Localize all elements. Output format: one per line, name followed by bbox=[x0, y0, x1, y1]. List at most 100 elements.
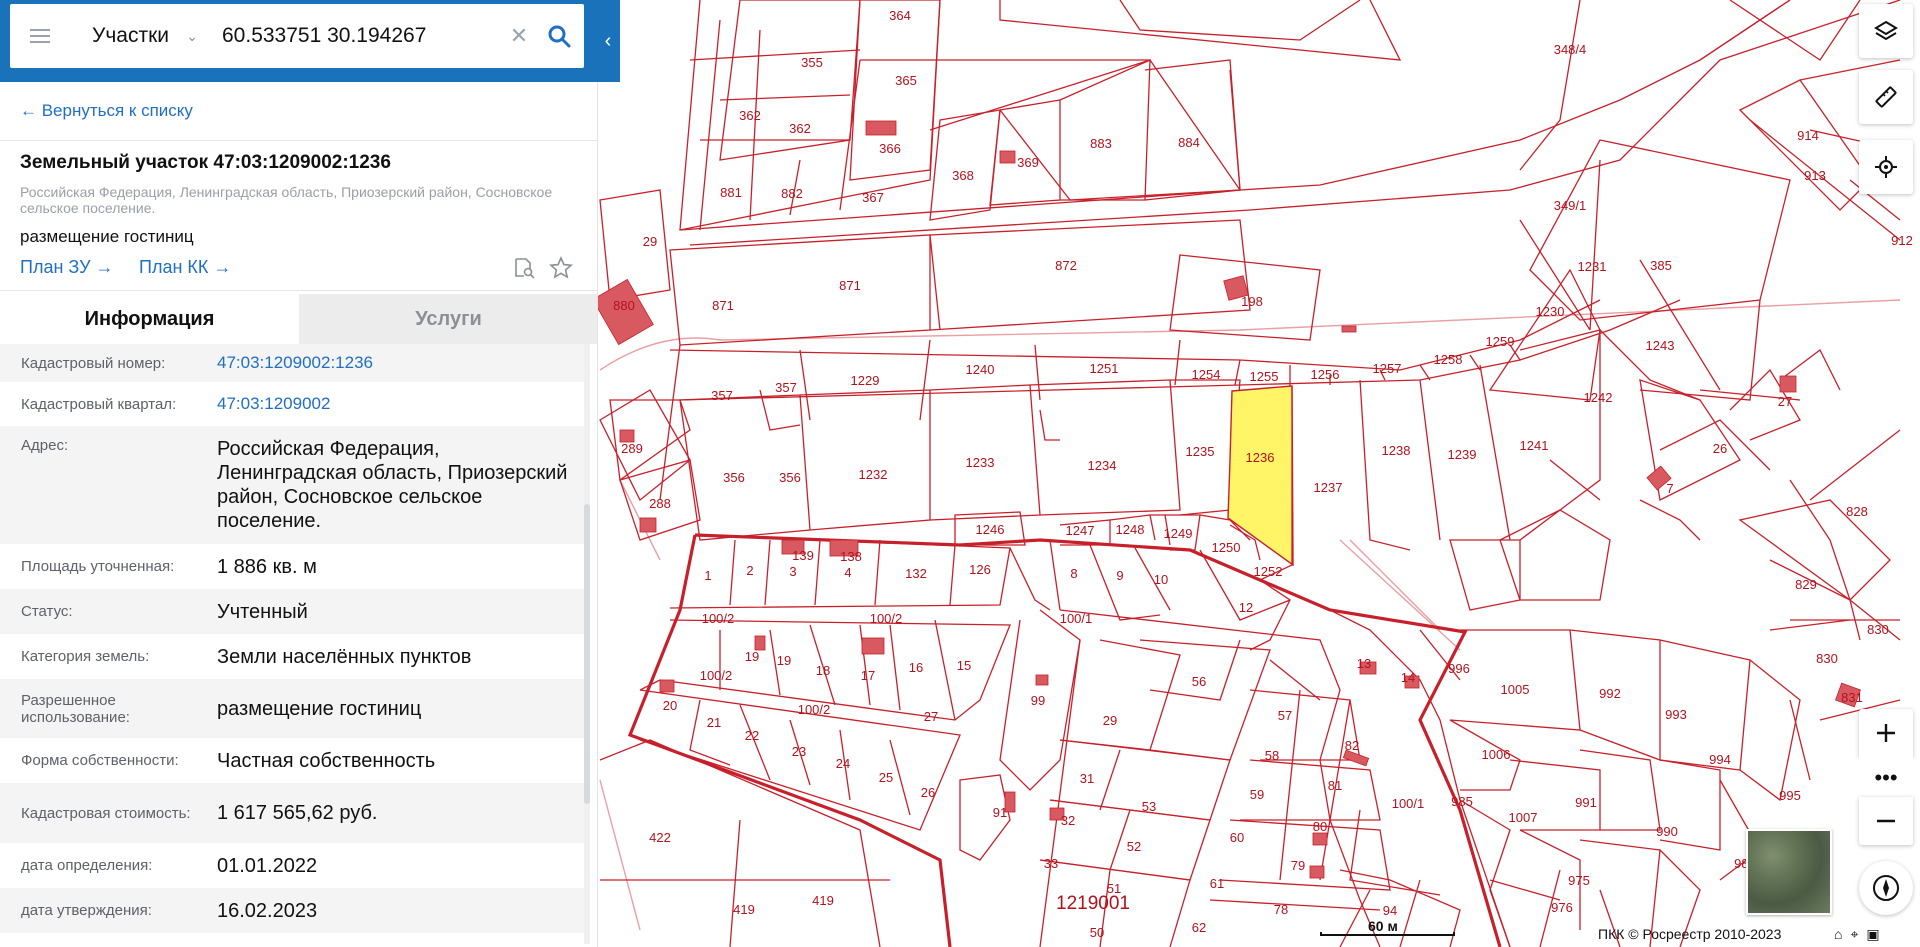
svg-text:56: 56 bbox=[1192, 674, 1206, 689]
svg-text:1232: 1232 bbox=[859, 467, 888, 482]
svg-text:881: 881 bbox=[720, 185, 742, 200]
collapse-panel-icon[interactable]: ‹ bbox=[596, 0, 620, 82]
svg-text:1229: 1229 bbox=[851, 373, 880, 388]
satellite-minimap[interactable] bbox=[1746, 829, 1832, 915]
svg-text:1233: 1233 bbox=[966, 455, 995, 470]
svg-text:289: 289 bbox=[621, 441, 643, 456]
search-box: Участки ⌄ ✕ bbox=[10, 4, 584, 68]
svg-text:79: 79 bbox=[1291, 858, 1305, 873]
svg-text:993: 993 bbox=[1665, 707, 1687, 722]
svg-text:100/1: 100/1 bbox=[1392, 796, 1425, 811]
svg-text:91: 91 bbox=[993, 805, 1007, 820]
svg-text:126: 126 bbox=[969, 562, 991, 577]
tab-services[interactable]: Услуги bbox=[299, 294, 597, 344]
svg-text:991: 991 bbox=[1575, 795, 1597, 810]
svg-text:830: 830 bbox=[1816, 651, 1838, 666]
category-select[interactable]: Участки ⌄ bbox=[70, 24, 208, 48]
svg-text:1240: 1240 bbox=[966, 362, 995, 377]
svg-text:995: 995 bbox=[1779, 788, 1801, 803]
svg-text:82: 82 bbox=[1345, 738, 1359, 753]
svg-text:18: 18 bbox=[816, 663, 830, 678]
plan-zu-link[interactable]: План ЗУ → bbox=[20, 257, 114, 278]
attribute-key: дата определения: bbox=[21, 857, 153, 874]
svg-text:12: 12 bbox=[1239, 600, 1253, 615]
attribute-value: Учтенный bbox=[217, 600, 308, 623]
svg-text:976: 976 bbox=[1551, 900, 1573, 915]
star-icon[interactable] bbox=[549, 256, 573, 280]
svg-text:16: 16 bbox=[909, 660, 923, 675]
cadastral-quarter-link[interactable]: 47:03:1209002 bbox=[217, 392, 584, 416]
compass-button[interactable] bbox=[1859, 861, 1913, 915]
svg-text:1235: 1235 bbox=[1186, 444, 1215, 459]
layers-button[interactable] bbox=[1859, 4, 1913, 58]
svg-text:356: 356 bbox=[723, 470, 745, 485]
svg-text:368: 368 bbox=[952, 168, 974, 183]
svg-text:19: 19 bbox=[745, 649, 759, 664]
more-options-icon[interactable]: ••• bbox=[1859, 756, 1913, 800]
back-to-list-link[interactable]: ← Вернуться к списку bbox=[20, 101, 193, 121]
svg-text:912: 912 bbox=[1891, 233, 1913, 248]
svg-text:1255: 1255 bbox=[1250, 369, 1279, 384]
svg-text:422: 422 bbox=[649, 830, 671, 845]
svg-text:50: 50 bbox=[1090, 925, 1104, 940]
svg-text:1254: 1254 bbox=[1192, 367, 1221, 382]
hamburger-menu-icon[interactable] bbox=[10, 4, 70, 68]
svg-text:1234: 1234 bbox=[1088, 458, 1117, 473]
attribute-value: 01.01.2022 bbox=[217, 854, 318, 877]
attribute-row: дата определения: 01.01.2022 bbox=[0, 843, 584, 888]
zoom-in-button[interactable] bbox=[1859, 709, 1913, 757]
svg-text:24: 24 bbox=[836, 756, 850, 771]
search-icon[interactable] bbox=[534, 4, 584, 68]
svg-text:367: 367 bbox=[862, 190, 884, 205]
crosshair-small-icon[interactable]: ⌖ bbox=[1850, 926, 1858, 943]
quarter-label: 1219001 bbox=[1056, 893, 1130, 914]
svg-text:61: 61 bbox=[1210, 876, 1224, 891]
svg-text:29: 29 bbox=[643, 234, 657, 249]
chevron-down-icon: ⌄ bbox=[186, 27, 198, 44]
svg-text:419: 419 bbox=[812, 893, 834, 908]
svg-text:14: 14 bbox=[1401, 670, 1415, 685]
svg-text:81: 81 bbox=[1328, 778, 1342, 793]
scrollbar-thumb[interactable] bbox=[584, 504, 590, 804]
svg-text:100/2: 100/2 bbox=[702, 611, 735, 626]
attribute-value: Российская Федерация, Ленинградская обла… bbox=[217, 438, 568, 532]
info-panel: ← Вернуться к списку Земельный участок 4… bbox=[0, 82, 598, 947]
attribute-key: Форма собственности: bbox=[21, 752, 179, 769]
object-title: Земельный участок 47:03:1209002:1236 bbox=[20, 152, 391, 173]
compass-icon bbox=[1873, 875, 1899, 901]
plus-icon bbox=[1877, 724, 1895, 742]
panel-scrollbar[interactable] bbox=[584, 344, 590, 944]
crosshair-icon bbox=[1875, 156, 1897, 178]
svg-text:23: 23 bbox=[792, 744, 806, 759]
attribute-key: Площадь уточненная: bbox=[21, 558, 175, 575]
svg-text:975: 975 bbox=[1568, 873, 1590, 888]
svg-text:830: 830 bbox=[1867, 622, 1889, 637]
home-icon[interactable]: ⌂ bbox=[1834, 926, 1842, 943]
svg-text:1231: 1231 bbox=[1578, 259, 1607, 274]
svg-text:138: 138 bbox=[840, 549, 862, 564]
svg-text:914: 914 bbox=[1797, 128, 1819, 143]
document-search-icon[interactable] bbox=[512, 256, 536, 280]
attribute-key: Адрес: bbox=[21, 437, 69, 454]
clear-icon[interactable]: ✕ bbox=[504, 23, 534, 49]
cadastral-number-link[interactable]: 47:03:1209002:1236 bbox=[217, 351, 584, 375]
zoom-out-button[interactable] bbox=[1859, 797, 1913, 845]
measure-button[interactable] bbox=[1859, 70, 1913, 124]
attribute-row: Кадастровый квартал: 47:03:1209002 bbox=[0, 382, 584, 426]
svg-text:10: 10 bbox=[1154, 572, 1168, 587]
svg-text:357: 357 bbox=[775, 380, 797, 395]
selected-parcel-1236[interactable] bbox=[1227, 385, 1294, 567]
search-input[interactable] bbox=[208, 24, 504, 48]
locate-button[interactable] bbox=[1859, 140, 1913, 194]
svg-text:13: 13 bbox=[1357, 656, 1371, 671]
svg-text:357: 357 bbox=[711, 388, 733, 403]
svg-text:419: 419 bbox=[733, 902, 755, 917]
category-label: Участки bbox=[92, 24, 169, 47]
plan-kk-link[interactable]: План КК → bbox=[139, 257, 231, 278]
svg-text:20: 20 bbox=[663, 698, 677, 713]
screen-icon[interactable]: ▣ bbox=[1866, 926, 1879, 943]
attribute-key: Кадастровая стоимость: bbox=[21, 804, 191, 822]
svg-text:1247: 1247 bbox=[1066, 523, 1095, 538]
tab-information[interactable]: Информация bbox=[0, 294, 299, 344]
attribute-key: Категория земель: bbox=[21, 648, 150, 665]
